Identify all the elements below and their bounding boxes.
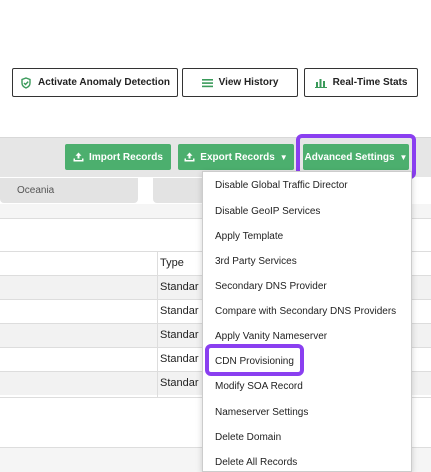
record-type-cell: Standar	[160, 305, 199, 317]
record-type-cell: Standar	[160, 281, 199, 293]
record-type-cell: Standar	[160, 353, 199, 365]
upload-icon	[73, 152, 84, 162]
view-history-label: View History	[218, 77, 279, 88]
import-records-button[interactable]: Import Records	[65, 144, 171, 170]
export-records-label: Export Records	[200, 151, 275, 163]
menu-item-nameserver-settings[interactable]: Nameserver Settings	[215, 407, 308, 418]
menu-item-secondary-dns-provider[interactable]: Secondary DNS Provider	[215, 281, 327, 292]
real-time-stats-button[interactable]: Real-Time Stats	[304, 68, 418, 97]
view-history-button[interactable]: View History	[182, 68, 298, 97]
list-icon	[201, 78, 213, 87]
tab-oceania-label: Oceania	[17, 185, 55, 196]
record-type-cell: Standar	[160, 329, 199, 341]
cdn-provisioning-highlight	[205, 344, 304, 376]
menu-item-apply-template[interactable]: Apply Template	[215, 231, 283, 242]
menu-item-disable-geoip-services[interactable]: Disable GeoIP Services	[215, 206, 320, 217]
import-records-label: Import Records	[89, 151, 163, 163]
menu-item-apply-vanity-nameserver[interactable]: Apply Vanity Nameserver	[215, 331, 327, 342]
menu-item-3rd-party-services[interactable]: 3rd Party Services	[215, 256, 297, 267]
real-time-stats-label: Real-Time Stats	[332, 77, 408, 88]
menu-item-delete-domain[interactable]: Delete Domain	[215, 432, 281, 443]
activate-anomaly-detection-button[interactable]: Activate Anomaly Detection	[12, 68, 178, 97]
upload-icon	[184, 152, 195, 162]
shield-check-icon	[21, 76, 31, 89]
caret-down-icon: ▼	[279, 152, 288, 162]
type-column-header: Type	[160, 257, 184, 269]
record-type-cell: Standar	[160, 377, 199, 389]
menu-item-modify-soa-record[interactable]: Modify SOA Record	[215, 381, 303, 392]
menu-item-compare-secondary-dns[interactable]: Compare with Secondary DNS Providers	[215, 306, 396, 317]
bar-chart-icon	[314, 79, 327, 88]
advanced-settings-menu: Disable Global Traffic Director Disable …	[202, 171, 412, 472]
tab-next[interactable]	[153, 178, 208, 203]
column-divider	[157, 251, 158, 397]
activate-anomaly-detection-label: Activate Anomaly Detection	[38, 77, 170, 88]
menu-item-delete-all-records[interactable]: Delete All Records	[215, 457, 297, 468]
tab-previous[interactable]: Oceania	[0, 178, 138, 203]
export-records-button[interactable]: Export Records ▼	[178, 144, 294, 170]
menu-item-disable-global-traffic-director[interactable]: Disable Global Traffic Director	[215, 180, 348, 191]
